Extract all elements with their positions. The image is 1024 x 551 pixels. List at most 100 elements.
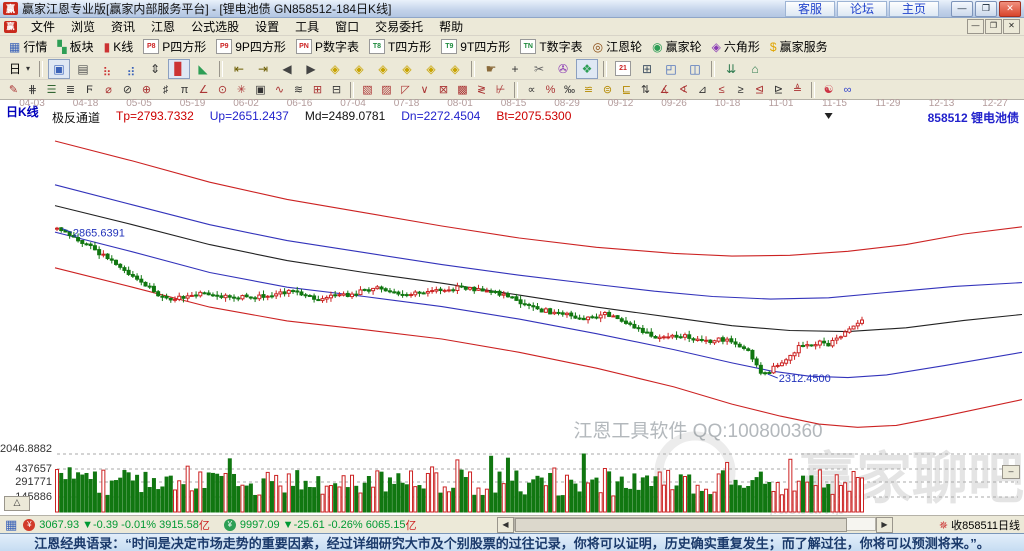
crossbox-tool-icon[interactable]: ⊠ [435,82,452,97]
winner-wheel-button[interactable]: ◉赢家轮 [647,37,707,56]
menu-item-5[interactable]: 设置 [247,17,287,36]
cut-tool-icon[interactable]: ✂ [528,59,550,79]
menu-item-3[interactable]: 江恩 [143,17,183,36]
grid-minus-tool-icon[interactable]: ⊟ [328,82,345,97]
box-tool-icon[interactable]: ▣ [252,82,269,97]
ge-tool-icon[interactable]: ≥ [732,82,749,97]
kline-chart-canvas[interactable]: 江恩工具软件 QQ:100800360赢家聊吧jiaoba.vip2046.88… [0,100,1024,515]
permille-tool-icon[interactable]: ‰ [561,82,578,97]
levels-tool-icon[interactable]: ≣ [62,82,79,97]
crosshair-tool-icon[interactable]: + [504,59,526,79]
infinity-icon[interactable]: ∞ [839,82,856,97]
grid2-tool-icon[interactable]: ♯ [157,82,174,97]
zoom-all-in-icon[interactable]: ◈ [444,59,466,79]
menu-item-7[interactable]: 窗口 [327,17,367,36]
menu-item-9[interactable]: 帮助 [431,17,471,36]
quote-grid-icon[interactable]: ▦ [5,517,17,533]
kline-button[interactable]: ▮K线 [99,37,139,56]
scroll-left-arrow[interactable]: ◀ [497,517,514,533]
hand-tool-icon[interactable]: ☛ [480,59,502,79]
p-square-button[interactable]: P8P四方形 [138,37,211,56]
t-square-button[interactable]: T8T四方形 [364,37,436,56]
period-selector[interactable]: 日▾ [4,59,35,78]
restore-button[interactable]: ❐ [975,1,997,17]
menu-item-0[interactable]: 文件 [23,17,63,36]
scroll-right-arrow[interactable]: ▶ [876,517,893,533]
hexagon-button[interactable]: ◈六角形 [707,37,765,56]
zoom-h-out-icon[interactable]: ◈ [324,59,346,79]
zoom-v-in-icon[interactable]: ◈ [396,59,418,79]
angle-tool-icon[interactable]: ∠ [195,82,212,97]
expand-panel-button[interactable]: △ [4,496,30,511]
mini-kline-icon[interactable]: ⣦ [96,59,118,79]
tally-lines-tool-icon[interactable]: ⋕ [24,82,41,97]
t-number-table-button[interactable]: TNT数字表 [515,37,587,56]
collapse-panel-button[interactable]: – [1002,465,1020,479]
delta-eq-tool-icon[interactable]: ≜ [789,82,806,97]
taiji-ball-icon[interactable]: ☯ [820,82,837,97]
mdi-minimize-button[interactable]: — [967,19,984,34]
menu-item-2[interactable]: 资讯 [103,17,143,36]
minimize-button[interactable]: — [951,1,973,17]
info-panel-icon[interactable]: ▤ [72,59,94,79]
save-data-icon[interactable]: ◫ [684,59,706,79]
9t-square-button[interactable]: T99T四方形 [436,37,515,56]
quotes-button[interactable]: ▦行情 [4,37,52,56]
kline-style-icon[interactable]: ▊ [168,59,190,79]
calendar-icon[interactable]: 21 [612,59,634,79]
analyse-module-icon[interactable]: ❖ [576,59,598,79]
target-tool-icon[interactable]: ⊙ [214,82,231,97]
save-chart-icon[interactable]: ◰ [660,59,682,79]
f-line-tool-icon[interactable]: Ϝ [81,82,98,97]
first-page-icon[interactable]: ⇤ [228,59,250,79]
updown-tool-icon[interactable]: ⇅ [637,82,654,97]
triangle-tool-icon[interactable]: ⊿ [694,82,711,97]
grid-plus-tool-icon[interactable]: ⊞ [309,82,326,97]
9p-square-button[interactable]: P99P四方形 [211,37,291,56]
last-page-icon[interactable]: ⇥ [252,59,274,79]
approx-tool-icon[interactable]: ≌ [580,82,597,97]
percent-tool-icon[interactable]: % [542,82,559,97]
fan-lines-tool-icon[interactable]: ▨ [378,82,395,97]
gold-ring-tool-icon[interactable]: ⊜ [599,82,616,97]
pencil-tool-icon[interactable]: ✎ [5,82,22,97]
trend-color-icon[interactable]: ◣ [192,59,214,79]
chart-area[interactable]: 江恩工具软件 QQ:100800360赢家聊吧jiaoba.vip2046.88… [0,100,1024,515]
scrollbar-thumb[interactable] [515,518,847,532]
waves-tool-icon[interactable]: ≋ [290,82,307,97]
hatch-box-tool-icon[interactable]: ▧ [359,82,376,97]
shade-box-tool-icon[interactable]: ▩ [454,82,471,97]
menu-item-1[interactable]: 浏览 [63,17,103,36]
tile-windows-icon[interactable]: ▣ [48,59,70,79]
ratio-tool-icon[interactable]: ∝ [523,82,540,97]
star-tool-icon[interactable]: ✳ [233,82,250,97]
net-sync-icon[interactable]: ⇊ [720,59,742,79]
corner-fan-tool-icon[interactable]: ◸ [397,82,414,97]
forks-tool-icon[interactable]: ⊬ [492,82,509,97]
le-tool-icon[interactable]: ≤ [713,82,730,97]
gann-grid-tool-icon[interactable]: ☰ [43,82,60,97]
zoom-h-in-icon[interactable]: ◈ [348,59,370,79]
circle-cross-tool-icon[interactable]: ⊕ [138,82,155,97]
pi-tool-icon[interactable]: π [176,82,193,97]
tri-left-tool-icon[interactable]: ⊴ [751,82,768,97]
calculator-icon[interactable]: ⊞ [636,59,658,79]
scrollbar-track[interactable] [514,517,876,531]
mini-kline2-icon[interactable]: ⣴ [120,59,142,79]
mdi-close-button[interactable]: ✕ [1003,19,1020,34]
titlebar-link-1[interactable]: 论坛 [837,1,887,17]
mdi-restore-button[interactable]: ❐ [985,19,1002,34]
prev-bar-icon[interactable]: ◀ [276,59,298,79]
y-scale-icon[interactable]: ⇕ [144,59,166,79]
spiral-tool-icon[interactable]: ⌀ [100,82,117,97]
vee-tool-icon[interactable]: ∨ [416,82,433,97]
angle-f-tool-icon[interactable]: ∢ [675,82,692,97]
p-number-table-button[interactable]: PNP数字表 [291,37,364,56]
zoom-v-out-icon[interactable]: ◈ [372,59,394,79]
menu-item-6[interactable]: 工具 [287,17,327,36]
next-bar-icon[interactable]: ▶ [300,59,322,79]
gann-wheel-button[interactable]: ◎江恩轮 [588,37,648,56]
tri-right-tool-icon[interactable]: ⊵ [770,82,787,97]
zigzag-tool-icon[interactable]: ≷ [473,82,490,97]
winner-service-button[interactable]: $赢家服务 [765,37,833,56]
